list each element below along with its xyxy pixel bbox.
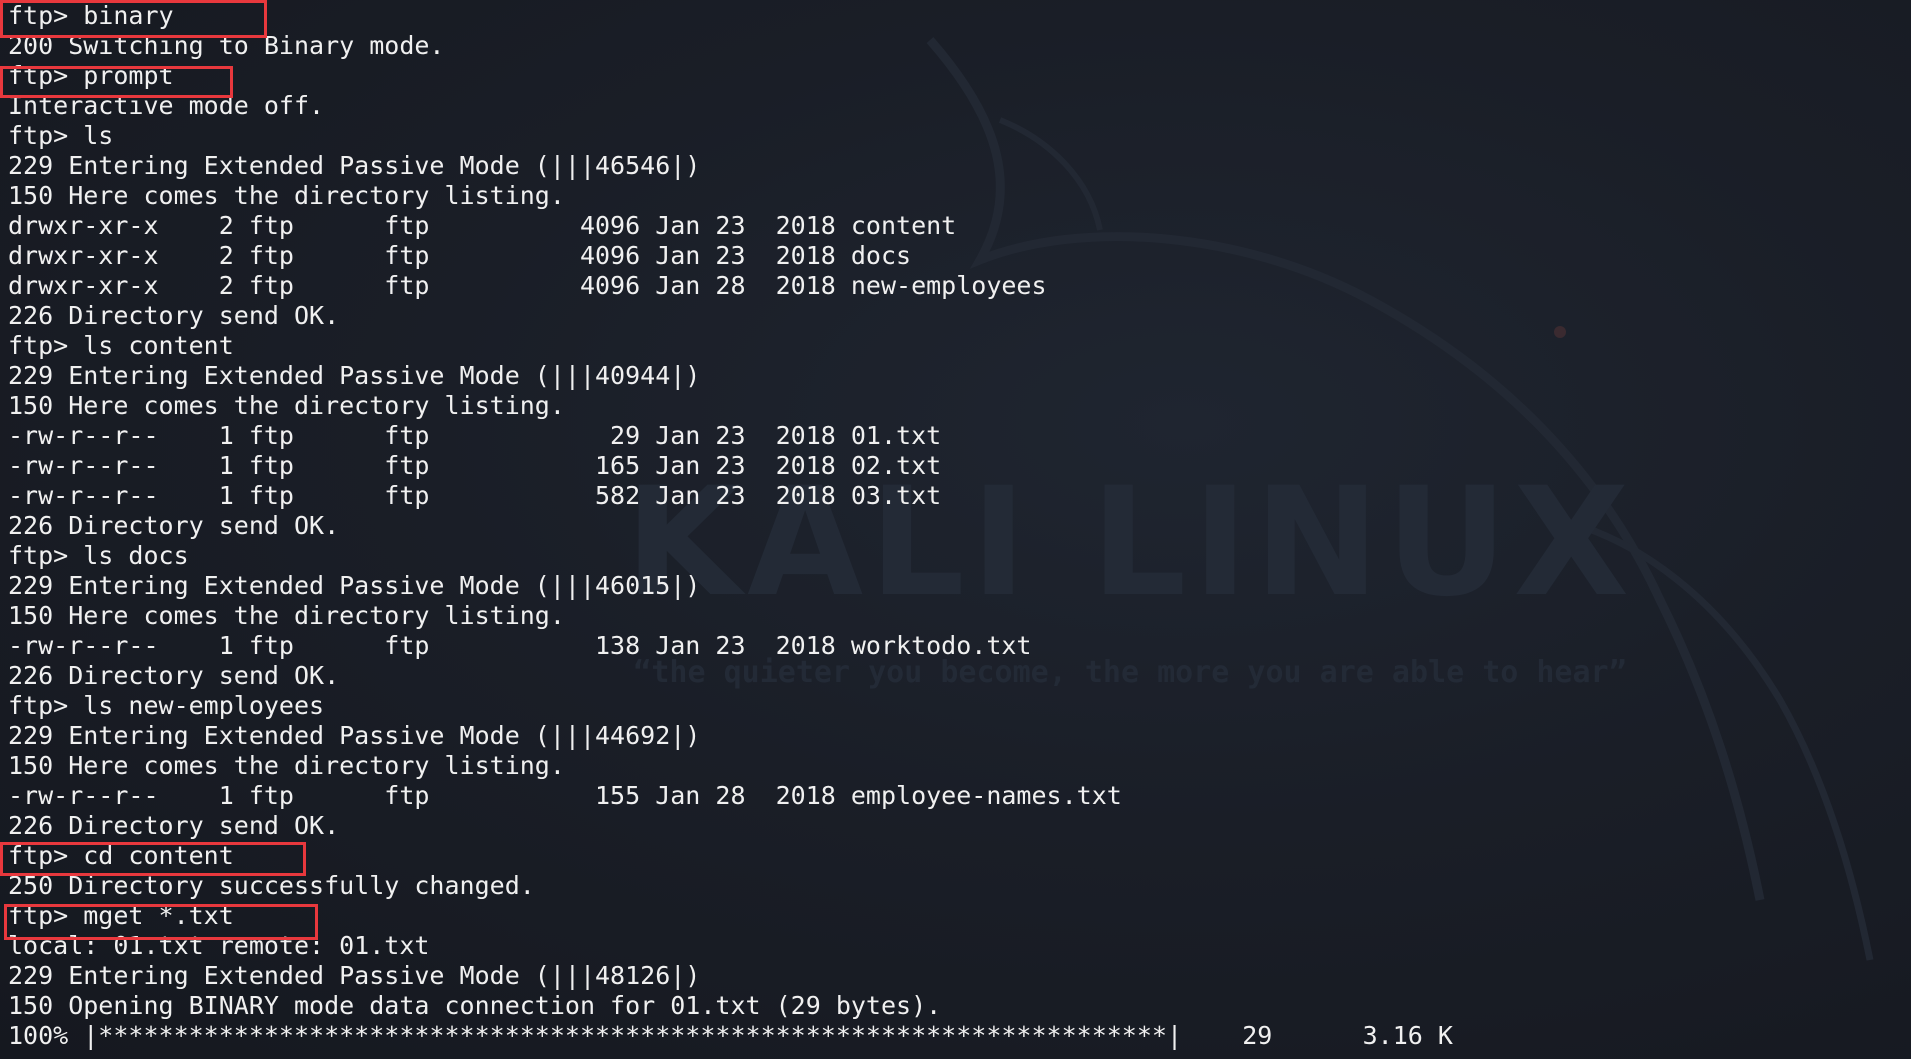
terminal-output-line: drwxr-xr-x 2 ftp ftp 4096 Jan 23 2018 do… [8,241,912,270]
terminal-output-line: -rw-r--r-- 1 ftp ftp 165 Jan 23 2018 02.… [8,451,942,480]
terminal-window[interactable]: KALI LINUX “the quieter you become, the … [0,0,1911,1059]
terminal-command-line: ftp> ls new-employees [8,691,325,720]
highlight-box-binary-command [0,0,267,38]
terminal-output-line: 150 Opening BINARY mode data connection … [8,991,942,1020]
highlight-box-cd-command [0,842,306,876]
terminal-output-line: 150 Here comes the directory listing. [8,391,565,420]
terminal-output-line: 229 Entering Extended Passive Mode (|||4… [8,571,701,600]
terminal-command-line: ftp> ls [8,121,114,150]
terminal-output-line: 229 Entering Extended Passive Mode (|||4… [8,961,701,990]
terminal-output-line: 226 Directory send OK. [8,661,340,690]
terminal-output-line: 229 Entering Extended Passive Mode (|||4… [8,721,701,750]
terminal-output-line: 150 Here comes the directory listing. [8,601,565,630]
terminal-output-line: 229 Entering Extended Passive Mode (|||4… [8,361,701,390]
highlight-box-mget-command [4,904,318,940]
terminal-output-line: drwxr-xr-x 2 ftp ftp 4096 Jan 23 2018 co… [8,211,957,240]
terminal-output-line: 100% |**********************************… [8,1021,1453,1050]
terminal-output-line: -rw-r--r-- 1 ftp ftp 155 Jan 28 2018 emp… [8,781,1122,810]
terminal-output-line: 150 Here comes the directory listing. [8,181,565,210]
terminal-output-line: 150 Here comes the directory listing. [8,751,565,780]
terminal-output-line: drwxr-xr-x 2 ftp ftp 4096 Jan 28 2018 ne… [8,271,1047,300]
terminal-output: ftp> binary 200 Switching to Binary mode.… [8,1,1453,1051]
terminal-output-line: -rw-r--r-- 1 ftp ftp 582 Jan 23 2018 03.… [8,481,942,510]
terminal-output-line: 226 Directory send OK. [8,301,340,330]
terminal-command-line: ftp> ls content [8,331,234,360]
highlight-box-prompt-command [0,66,233,98]
terminal-output-line: -rw-r--r-- 1 ftp ftp 29 Jan 23 2018 01.t… [8,421,942,450]
terminal-output-line: 229 Entering Extended Passive Mode (|||4… [8,151,701,180]
terminal-output-line: -rw-r--r-- 1 ftp ftp 138 Jan 23 2018 wor… [8,631,1032,660]
terminal-command-line: ftp> ls docs [8,541,189,570]
terminal-output-line: 226 Directory send OK. [8,811,340,840]
terminal-output-line: 226 Directory send OK. [8,511,340,540]
